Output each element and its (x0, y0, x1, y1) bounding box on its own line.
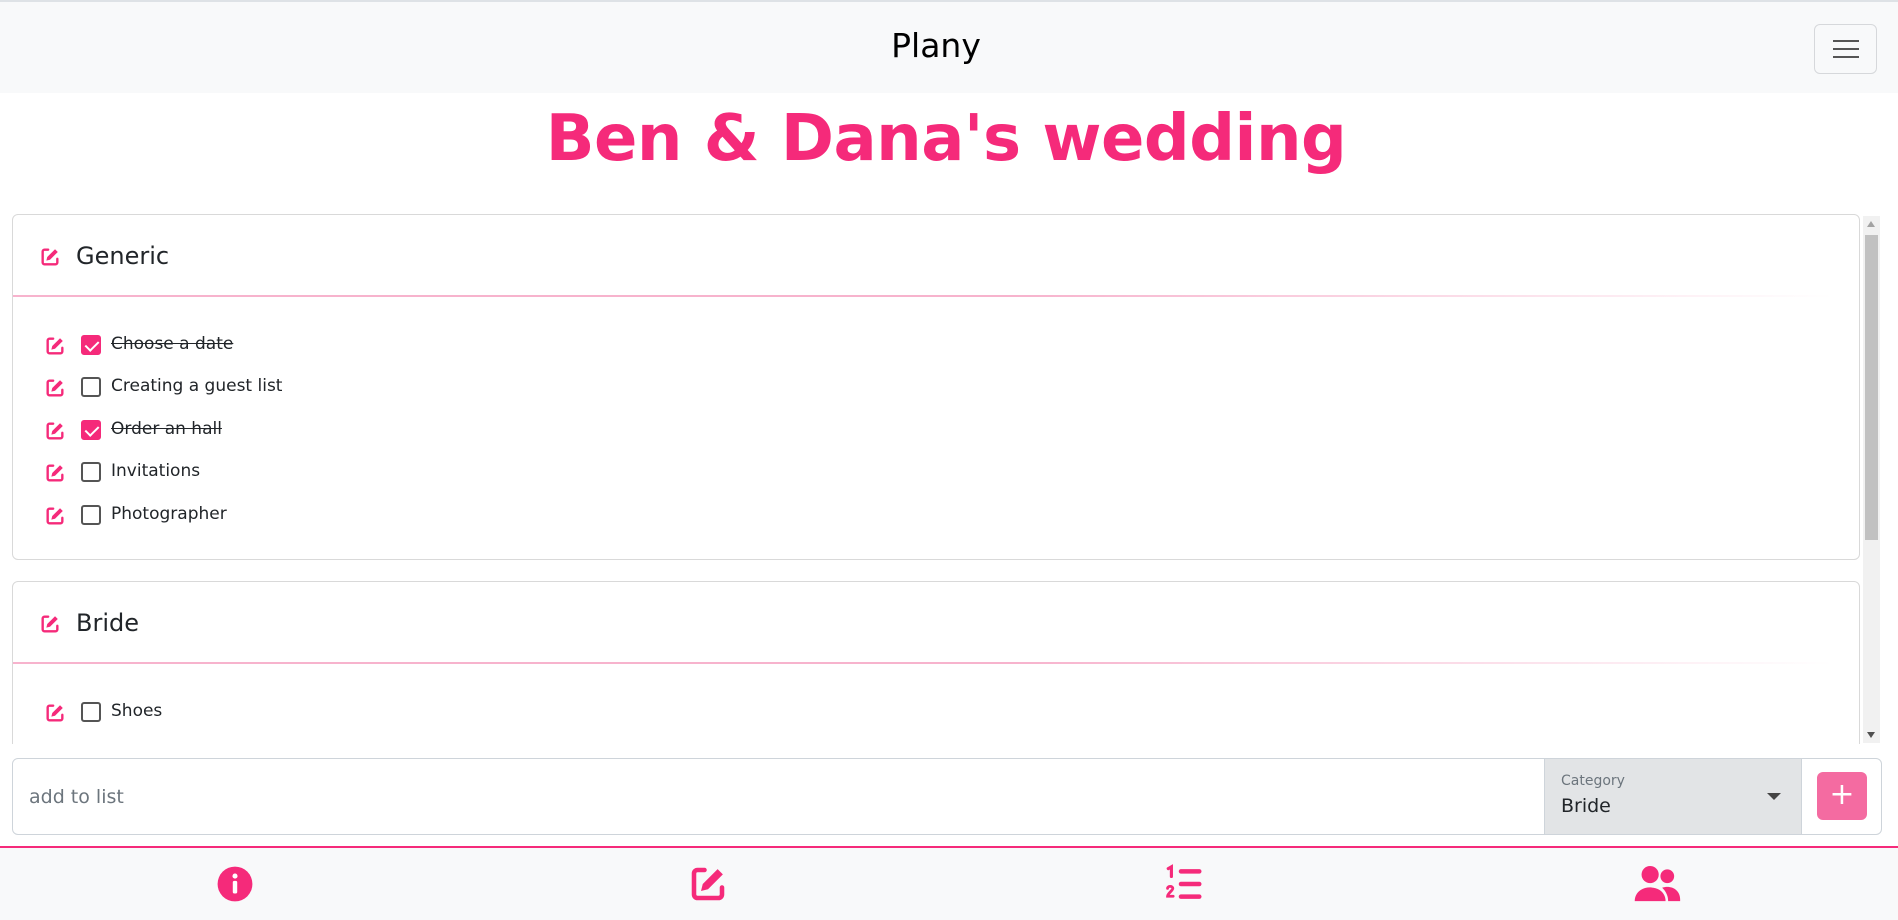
nav-list[interactable] (1160, 862, 1208, 906)
edit-icon[interactable] (39, 613, 61, 635)
task-checkbox[interactable] (81, 335, 101, 355)
task-label: Invitations (111, 461, 201, 481)
category-card-generic: Generic Choose a date Creating a guest l… (12, 214, 1860, 560)
task-label: Photographer (111, 504, 227, 524)
bottom-navbar (0, 846, 1898, 920)
task-row: Order an hall (13, 415, 613, 445)
scroll-down-arrow-icon[interactable] (1867, 732, 1875, 738)
task-label: Order an hall (111, 419, 222, 439)
edit-icon[interactable] (44, 420, 66, 442)
category-title: Generic (76, 242, 170, 270)
add-button[interactable]: + (1817, 772, 1867, 820)
info-circle-icon (217, 866, 253, 902)
add-item-input[interactable] (13, 759, 1544, 834)
task-row: Choose a date (13, 330, 613, 360)
hamburger-icon (1832, 40, 1859, 42)
edit-icon[interactable] (44, 702, 66, 724)
edit-icon[interactable] (44, 335, 66, 357)
numbered-list-icon (1166, 864, 1202, 899)
card-divider (13, 295, 1833, 297)
task-checkbox[interactable] (81, 462, 101, 482)
edit-icon[interactable] (44, 462, 66, 484)
task-checkbox[interactable] (81, 702, 101, 722)
category-select[interactable]: Category Bride (1544, 759, 1802, 834)
add-button-wrap: + (1802, 759, 1881, 834)
category-list: Generic Choose a date Creating a guest l… (12, 214, 1882, 744)
card-divider (13, 662, 1833, 664)
task-label: Shoes (111, 701, 163, 721)
users-icon (1634, 866, 1681, 902)
task-checkbox[interactable] (81, 377, 101, 397)
list-scrollbar[interactable] (1863, 216, 1880, 743)
category-value: Bride (1561, 795, 1611, 817)
task-checkbox[interactable] (81, 420, 101, 440)
scroll-up-arrow-icon[interactable] (1867, 221, 1875, 227)
page-title: Ben & Dana's wedding (545, 102, 1347, 176)
card-header: Generic (13, 215, 1859, 297)
category-caption: Category (1561, 773, 1625, 789)
menu-toggle-button[interactable] (1814, 24, 1877, 74)
nav-edit[interactable] (684, 862, 732, 906)
scroll-thumb[interactable] (1865, 235, 1878, 540)
task-row: Creating a guest list (13, 372, 613, 402)
task-label: Choose a date (111, 334, 234, 354)
edit-icon (691, 867, 725, 901)
task-row: Photographer (13, 500, 613, 530)
card-header: Bride (13, 582, 1859, 664)
edit-icon[interactable] (39, 246, 61, 268)
task-row: Invitations (13, 457, 613, 487)
task-checkbox[interactable] (81, 505, 101, 525)
task-label: Creating a guest list (111, 376, 283, 396)
category-title: Bride (76, 609, 139, 637)
category-card-bride: Bride Shoes (12, 581, 1860, 744)
nav-users[interactable] (1633, 862, 1681, 906)
add-item-form: Category Bride + (12, 758, 1882, 835)
top-navbar: Plany (0, 0, 1898, 93)
edit-icon[interactable] (44, 505, 66, 527)
nav-info[interactable] (211, 862, 259, 906)
chevron-down-icon (1767, 793, 1781, 800)
edit-icon[interactable] (44, 377, 66, 399)
brand-title[interactable]: Plany (0, 26, 1872, 65)
task-row: Shoes (13, 697, 613, 727)
